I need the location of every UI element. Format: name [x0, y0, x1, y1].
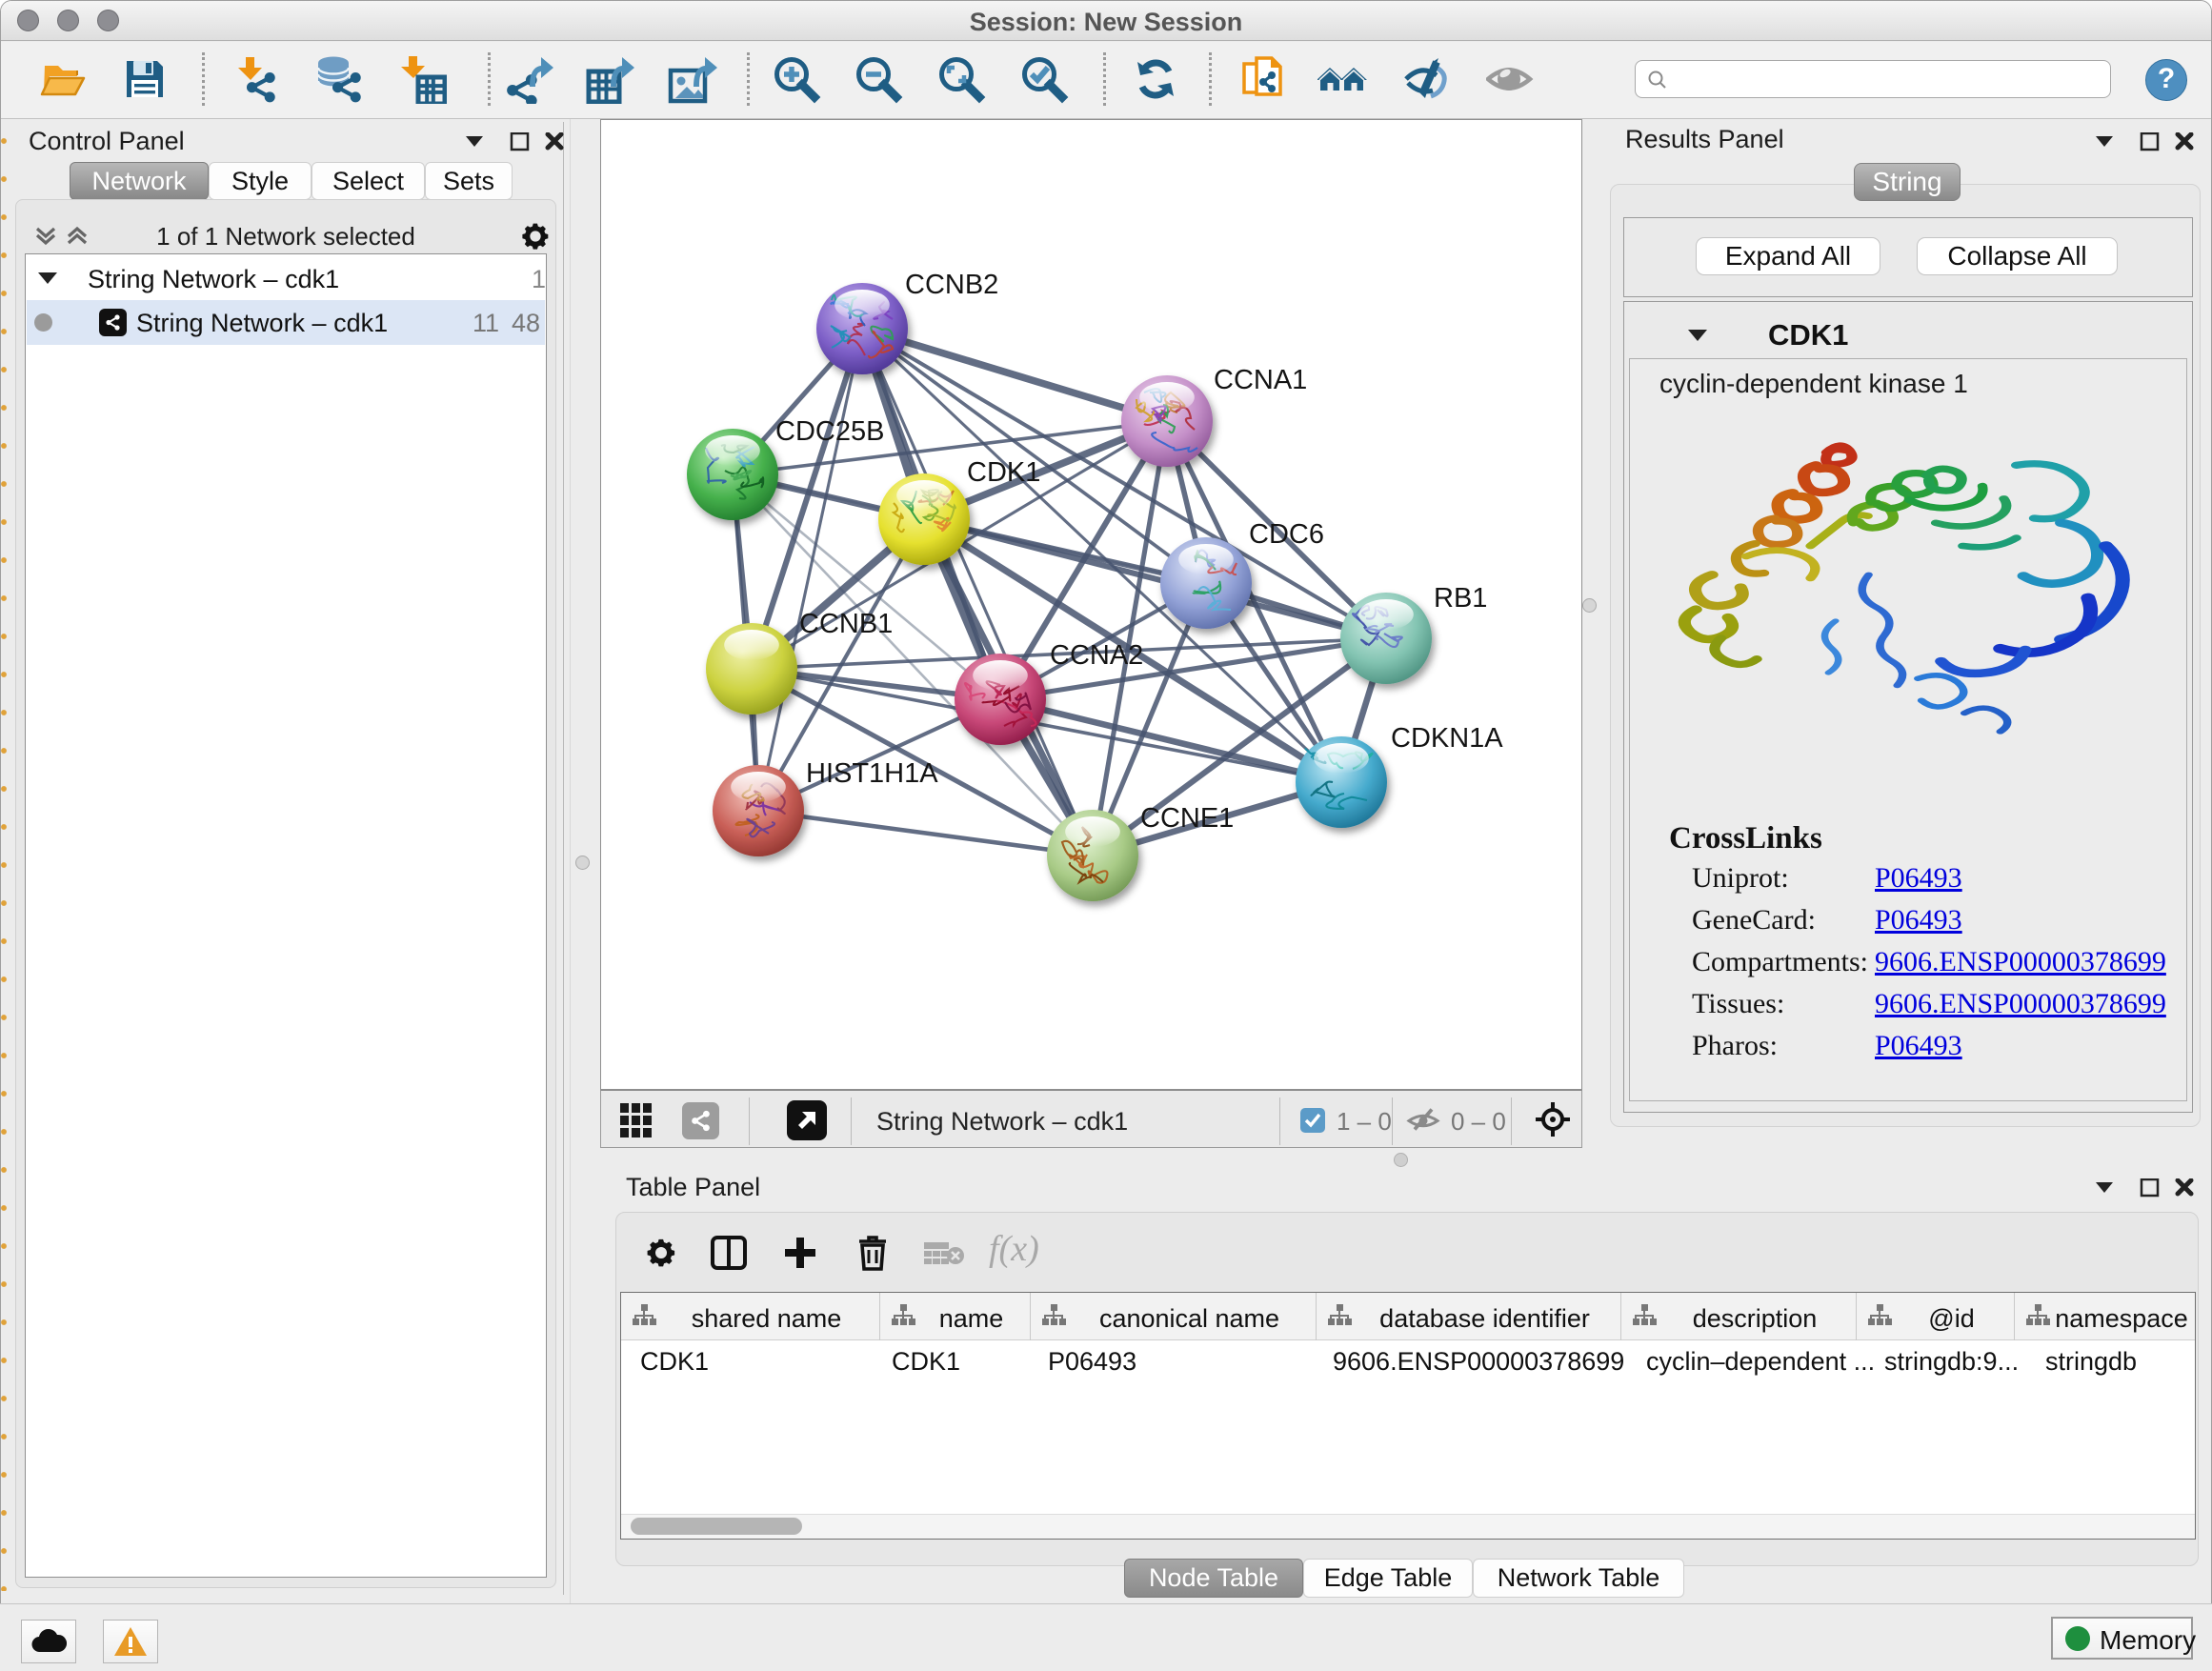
svg-text:CCNA2: CCNA2: [1050, 640, 1143, 671]
svg-text:RB1: RB1: [1434, 583, 1487, 614]
svg-text:CDK1: CDK1: [967, 457, 1040, 488]
svg-text:CDC6: CDC6: [1249, 519, 1324, 550]
svg-text:CCNE1: CCNE1: [1140, 803, 1234, 834]
svg-text:CCNB1: CCNB1: [799, 609, 893, 639]
svg-text:CCNA1: CCNA1: [1214, 365, 1307, 395]
svg-text:CCNB2: CCNB2: [905, 270, 998, 300]
svg-text:HIST1H1A: HIST1H1A: [806, 758, 938, 789]
svg-text:CDKN1A: CDKN1A: [1391, 723, 1503, 754]
svg-text:CDC25B: CDC25B: [775, 416, 884, 447]
